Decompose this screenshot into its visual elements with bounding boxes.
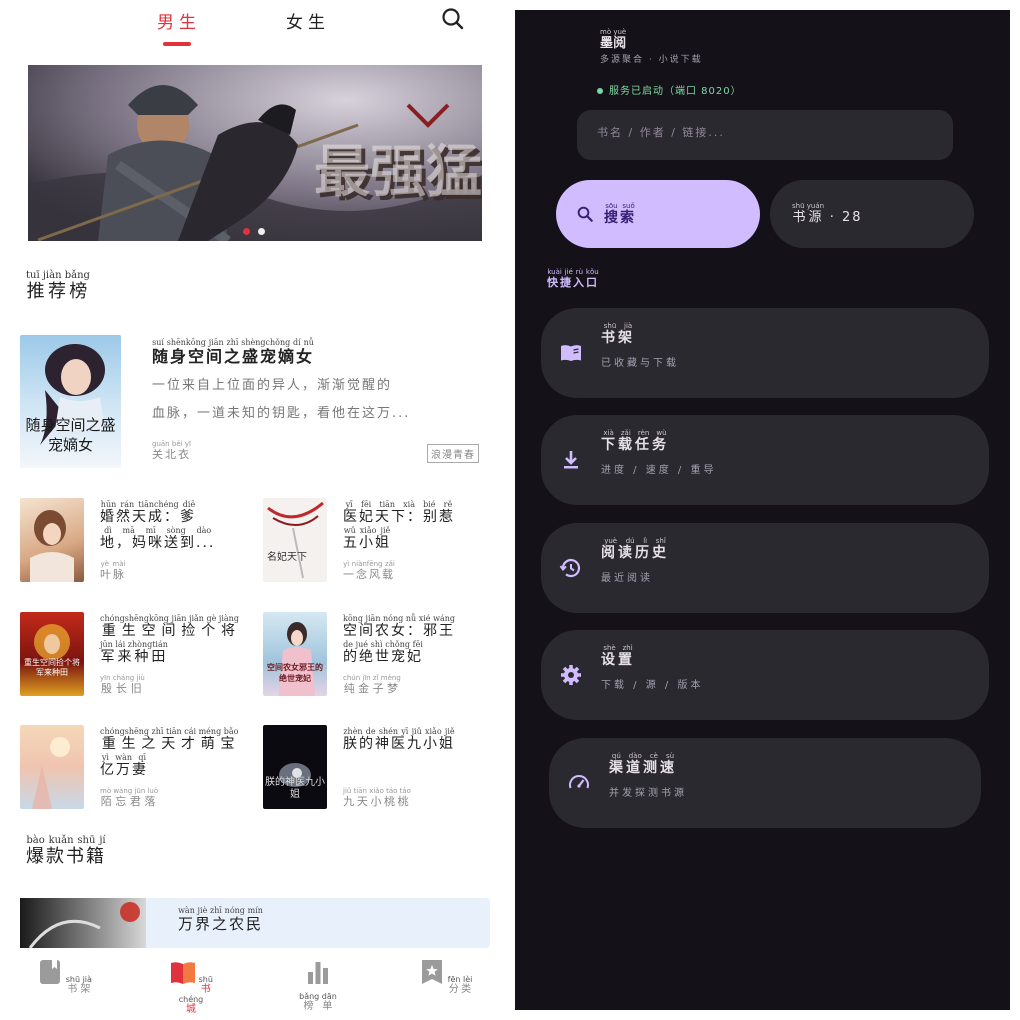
card-subtitle: 下载 / 源 / 版本 bbox=[601, 680, 704, 691]
bookstore-icon bbox=[171, 962, 196, 984]
book-author: 九天小桃桃jiǔ tiān xiǎo táo táo bbox=[343, 787, 411, 808]
search-icon[interactable] bbox=[441, 7, 465, 31]
cover-artwork bbox=[32, 737, 70, 809]
featured-book-cover[interactable]: 随身空间之盛宠嫡女 bbox=[20, 335, 121, 468]
card-reading-history[interactable]: 阅读历史yuè dú lì shǐ 最近阅读 bbox=[541, 523, 989, 613]
book-source-count: · 28 bbox=[829, 210, 863, 225]
book-source-label: 书源shū yuán · 28 bbox=[792, 202, 863, 225]
nav-category[interactable]: 分类fēn lèi bbox=[415, 958, 475, 995]
cover-title: 随身空间之盛宠嫡女 bbox=[25, 416, 116, 454]
ranking-icon bbox=[308, 962, 328, 984]
card-download-tasks[interactable]: 下载任务xià zǎi rèn wù 进度 / 速度 / 重导 bbox=[541, 415, 989, 505]
tab-male[interactable]: 男生 bbox=[157, 8, 201, 33]
featured-book-desc-line1: 一位来自上位面的异人，渐渐觉醒的 bbox=[152, 378, 393, 393]
cover-title: 名妃天下 bbox=[267, 552, 307, 563]
section-title-recommend: 推荐榜tuī jiàn bǎng bbox=[26, 270, 90, 302]
status-dot-icon bbox=[597, 88, 603, 94]
book-title-cont[interactable]: 的绝世宠妃de jué shì chǒng fēi bbox=[343, 640, 423, 670]
app-subtitle: 多源聚合 · 小说下载 bbox=[600, 55, 703, 65]
cover-artwork bbox=[30, 510, 74, 582]
card-title: 渠道测速qú dào cè sù bbox=[609, 752, 677, 776]
category-icon bbox=[421, 960, 442, 984]
card-bookshelf[interactable]: 书架shū jià 已收藏与下载 bbox=[541, 308, 989, 398]
card-title: 设置shè zhì bbox=[601, 644, 635, 668]
card-title: 下载任务xià zǎi rèn wù bbox=[601, 429, 669, 453]
search-input[interactable]: 书名 / 作者 / 链接... bbox=[577, 110, 953, 160]
card-subtitle: 已收藏与下载 bbox=[601, 358, 679, 369]
bookstore-screen: 男生 女生 最强猛 最强猛 推荐榜tuī jiàn bǎng 随身空间之盛宠嫡女… bbox=[0, 0, 505, 1020]
banner-artwork: 最强猛 最强猛 bbox=[28, 65, 482, 241]
book-author: 陌忘君落mò wàng jūn luò bbox=[100, 787, 159, 808]
card-channel-speedtest[interactable]: 渠道测速qú dào cè sù 并发探测书源 bbox=[549, 738, 981, 828]
book-author: 叶脉yè mài bbox=[100, 560, 126, 581]
card-subtitle: 最近阅读 bbox=[601, 573, 653, 584]
cover-title: 空间农女邪王的绝世宠妃 bbox=[267, 663, 323, 683]
download-icon bbox=[564, 451, 578, 469]
book-title-cont[interactable]: 五小姐wǔ xiǎo jiě bbox=[343, 526, 391, 556]
cover-title: 朕的神医九小姐 bbox=[265, 777, 325, 800]
panel-divider bbox=[505, 0, 515, 1020]
book-author: 殷长旧yīn cháng jiù bbox=[100, 674, 145, 695]
search-button-label: 搜索sōu suǒ bbox=[604, 202, 636, 226]
promo-banner[interactable]: 最强猛 最强猛 bbox=[28, 65, 482, 241]
section-title-hot: 爆款书籍bào kuǎn shū jí bbox=[26, 835, 106, 867]
featured-book-title[interactable]: 随身空间之盛宠嫡女suí shēnkōng jiān zhī shèngchǒn… bbox=[152, 338, 314, 370]
nav-bookshelf[interactable]: 书架shū jià bbox=[34, 958, 94, 995]
bottom-nav: 书架shū jià 书城shū chéng 榜单bǎng dān 分类fēn l… bbox=[0, 948, 505, 1020]
card-title: 阅读历史yuè dú lì shǐ bbox=[601, 537, 669, 561]
hot-book-card[interactable]: 万界之农民wàn jiè zhī nóng mín bbox=[20, 898, 490, 948]
carousel-dot-active[interactable] bbox=[243, 228, 250, 235]
app-title: 墨阅mò yuè bbox=[600, 28, 627, 51]
book-cover[interactable] bbox=[20, 725, 84, 809]
genre-tag[interactable]: 浪漫青春 bbox=[427, 444, 479, 463]
cover-artwork bbox=[28, 902, 140, 948]
card-settings[interactable]: 设置shè zhì 下载 / 源 / 版本 bbox=[541, 630, 989, 720]
search-button[interactable]: 搜索sōu suǒ bbox=[556, 180, 760, 248]
nav-ranking[interactable]: 榜单bǎng dān bbox=[288, 958, 348, 1012]
search-placeholder: 书名 / 作者 / 链接... bbox=[597, 126, 725, 139]
library-icon bbox=[561, 345, 581, 361]
book-cover[interactable] bbox=[20, 498, 84, 582]
server-status: 服务已启动（端口 8020） bbox=[597, 82, 742, 97]
book-cover[interactable]: 朕的神医九小姐 bbox=[263, 725, 327, 809]
search-icon bbox=[577, 206, 593, 222]
cover-title: 重生空间捡个将军来种田 bbox=[24, 658, 80, 677]
cover-artwork bbox=[34, 624, 70, 660]
bookshelf-icon bbox=[40, 960, 61, 984]
gear-icon bbox=[561, 665, 581, 685]
book-title-cont[interactable]: 地，妈咪送到...dì mā mī sòng dào bbox=[100, 526, 215, 556]
svg-text:最强猛: 最强猛 bbox=[314, 139, 482, 205]
book-cover[interactable]: 空间农女邪王的绝世宠妃 bbox=[263, 612, 327, 696]
history-icon bbox=[559, 559, 581, 578]
book-source-button[interactable]: 书源shū yuán · 28 bbox=[770, 180, 974, 248]
card-subtitle: 进度 / 速度 / 重导 bbox=[601, 465, 717, 476]
book-cover[interactable]: 重生空间捡个将军来种田 bbox=[20, 612, 84, 696]
cover-artwork bbox=[267, 501, 324, 579]
book-cover[interactable]: 名妃天下 bbox=[263, 498, 327, 582]
speedometer-icon bbox=[569, 775, 589, 789]
carousel-dot[interactable] bbox=[258, 228, 265, 235]
book-author: 一念风载yì niànfēng zǎi bbox=[343, 560, 395, 581]
book-title[interactable]: 朕的神医九小姐zhèn de shén yī jiǔ xiǎo jiě bbox=[343, 727, 455, 757]
tab-female[interactable]: 女生 bbox=[286, 8, 330, 33]
app-home-screen: 墨阅mò yuè 多源聚合 · 小说下载 服务已启动（端口 8020） 书名 /… bbox=[515, 10, 1010, 1010]
featured-book-author: 关北衣guān běi yī bbox=[152, 440, 191, 461]
card-title: 书架shū jià bbox=[601, 322, 635, 346]
book-title-cont[interactable]: 军来种田jūn lái zhòngtián bbox=[100, 640, 168, 670]
nav-bookstore[interactable]: 书城shū chéng bbox=[161, 958, 221, 1015]
active-tab-indicator bbox=[163, 42, 191, 46]
book-title-cont[interactable]: 亿万妻yì wàn qī bbox=[100, 753, 148, 783]
hot-book-cover bbox=[20, 898, 146, 948]
card-subtitle: 并发探测书源 bbox=[609, 788, 687, 799]
featured-book-desc-line2: 血脉，一道未知的钥匙，看他在这万... bbox=[152, 406, 411, 421]
hot-book-title[interactable]: 万界之农民wàn jiè zhī nóng mín bbox=[178, 906, 263, 937]
book-author: 纯金子梦chún jīn zǐ mèng bbox=[343, 674, 401, 695]
quick-access-heading: 快捷入口kuài jié rù kǒu bbox=[547, 268, 599, 289]
